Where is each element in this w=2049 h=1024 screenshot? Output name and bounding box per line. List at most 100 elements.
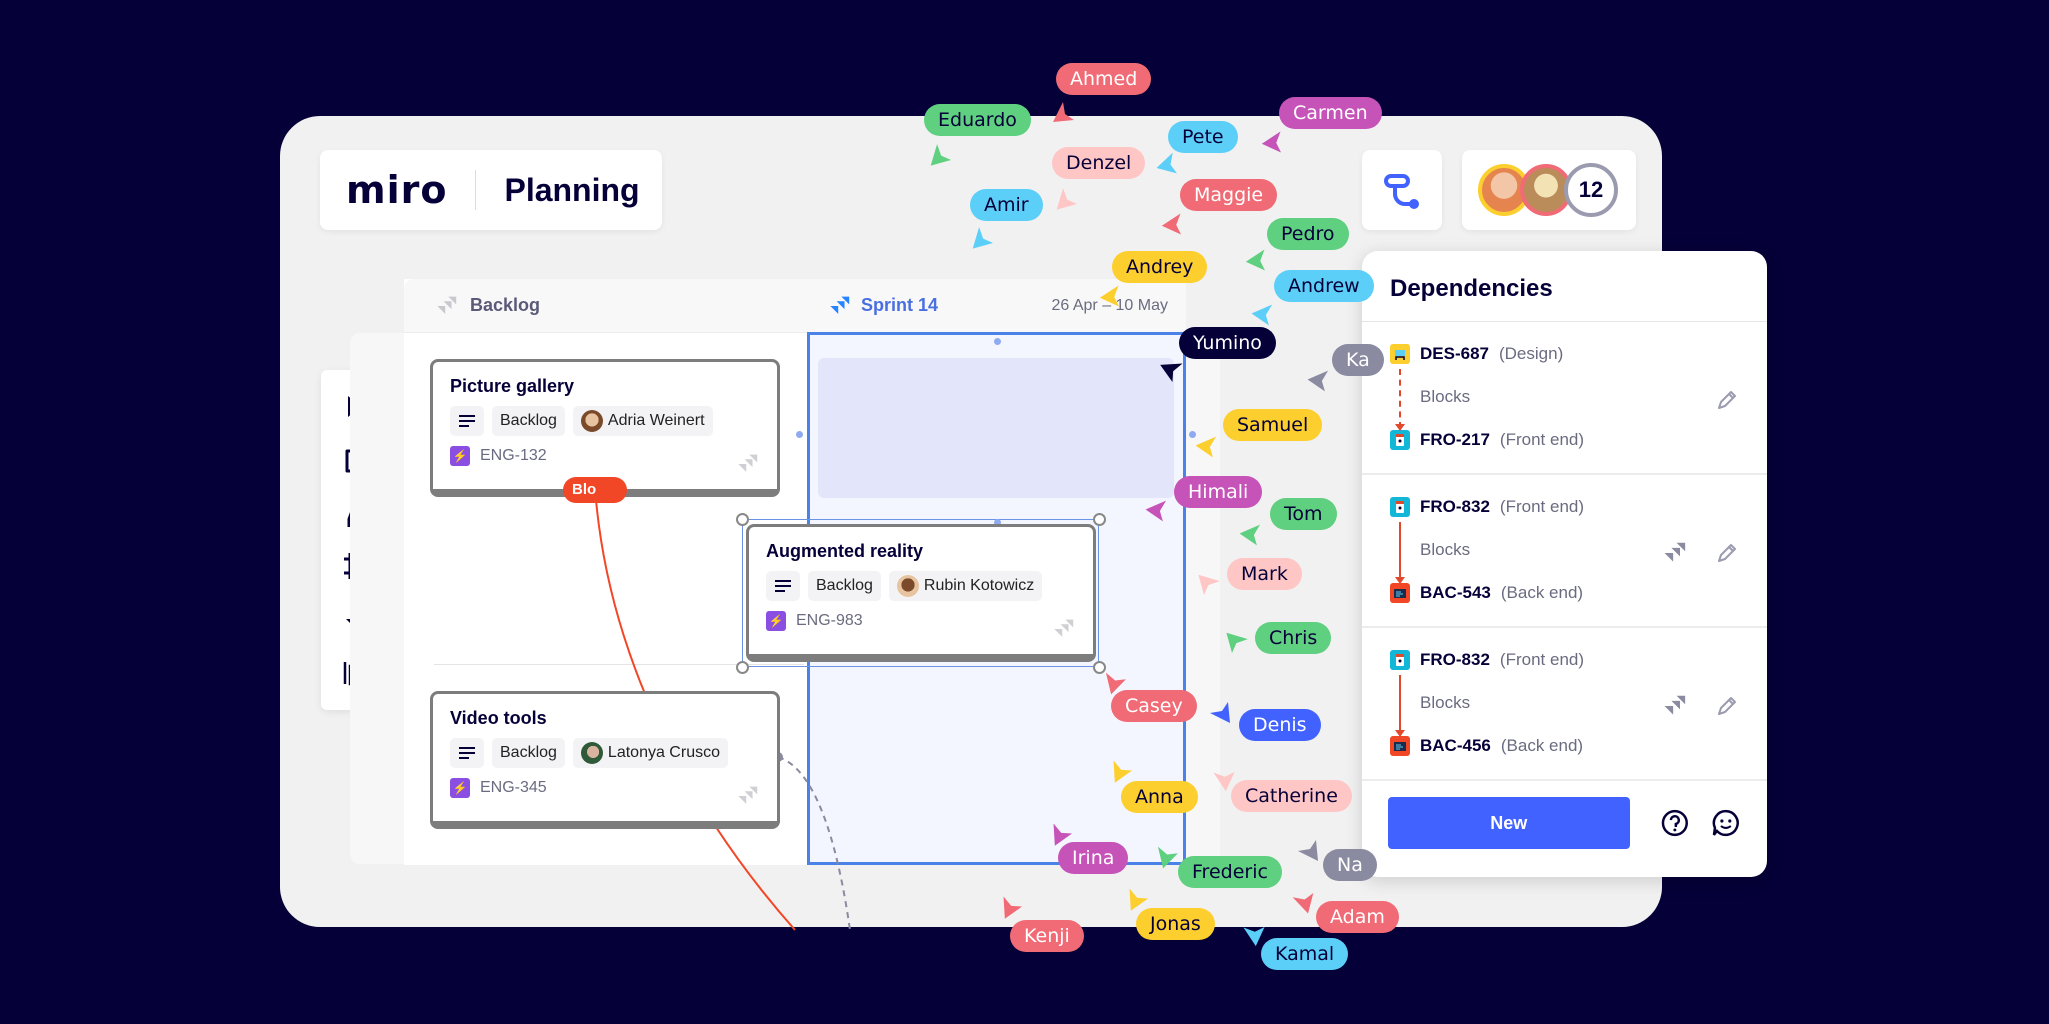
jira-icon [1054, 619, 1074, 637]
cursor-name-tag: Frederic [1178, 856, 1282, 888]
cursor-name-tag: Na [1323, 849, 1377, 881]
text-lines-icon [459, 747, 475, 759]
description-chip[interactable] [450, 738, 484, 768]
dependencies-panel: Dependencies DES-687 (Design) Blocks FRO-… [1362, 251, 1767, 877]
issue-key[interactable]: ENG-345 [480, 779, 547, 797]
panel-title: Dependencies [1362, 251, 1767, 322]
assignee-chip[interactable]: Latonya Crusco [572, 738, 728, 768]
avatar [580, 410, 603, 432]
cursor-name-tag: Adam [1316, 901, 1399, 933]
resize-handle[interactable] [1093, 513, 1106, 526]
status-chip[interactable]: Backlog [492, 738, 565, 768]
help-icon[interactable] [1660, 808, 1690, 838]
cursor-name-tag: Andrew [1274, 270, 1374, 302]
cursor-name-tag: Maggie [1180, 179, 1278, 211]
cursor-arrow-icon [930, 144, 952, 166]
story-type-icon: ⚡ [766, 611, 786, 631]
cursor-name-tag: Irina [1058, 842, 1129, 874]
cursor-name-tag: Eduardo [924, 104, 1031, 136]
cursor-name-tag: Anna [1121, 781, 1198, 813]
jira-card[interactable]: Augmented reality Backlog Rubin Kotowicz… [746, 524, 1096, 662]
issue-key[interactable]: ENG-983 [796, 612, 863, 630]
frontend-project-icon [1390, 430, 1410, 450]
frontend-project-icon [1390, 497, 1410, 517]
dependency-item[interactable]: FRO-832 (Front end) Blocks BAC-543 (Back e… [1362, 475, 1767, 628]
jira-icon[interactable] [1661, 541, 1687, 565]
assignee-name: Adria Weinert [607, 412, 705, 429]
backend-project-icon [1390, 736, 1410, 756]
assignee-chip[interactable]: Rubin Kotowicz [888, 571, 1043, 601]
arrow-head-icon [1395, 424, 1405, 431]
dependency-arrow [1399, 369, 1401, 428]
jira-icon [738, 786, 758, 804]
dependency-arrow [1399, 675, 1401, 734]
edit-pencil-icon[interactable] [1715, 694, 1739, 718]
cursor-name-tag: Kenji [1010, 920, 1084, 952]
cursor-name-tag: Catherine [1231, 780, 1352, 812]
card-title: Video tools [450, 708, 547, 728]
resize-handle[interactable] [736, 661, 749, 674]
cursor-arrow-icon [1053, 102, 1074, 122]
dependency-connector [777, 756, 851, 931]
avatar [896, 575, 919, 597]
dependency-item[interactable]: FRO-832 (Front end) Blocks BAC-456 (Back e… [1362, 628, 1767, 781]
status-chip[interactable]: Backlog [808, 571, 881, 601]
cursor-name-tag: Denis [1239, 709, 1321, 741]
arrow-head-icon [1395, 577, 1405, 584]
issue-id[interactable]: BAC-543 [1420, 583, 1491, 603]
cursor-arrow-icon [972, 227, 994, 249]
cursor-name-tag: Carmen [1279, 97, 1382, 129]
cursor-name-tag: Mark [1227, 558, 1302, 590]
cursor-arrow-icon [1226, 632, 1248, 654]
issue-id[interactable]: FRO-217 [1420, 430, 1490, 450]
edit-pencil-icon[interactable] [1715, 541, 1739, 565]
issue-id[interactable]: FRO-832 [1420, 497, 1490, 517]
new-dependency-button[interactable]: New [1388, 797, 1630, 849]
assignee-chip[interactable]: Adria Weinert [572, 406, 713, 436]
issue-id[interactable]: BAC-456 [1420, 736, 1491, 756]
cursor-name-tag: Ka [1332, 344, 1384, 376]
cursor-name-tag: Ahmed [1056, 63, 1152, 95]
cursor-name-tag: Himali [1174, 476, 1263, 508]
dependency-arrow [1399, 522, 1401, 581]
edit-pencil-icon[interactable] [1715, 388, 1739, 412]
assignee-name: Latonya Crusco [607, 744, 720, 761]
description-chip[interactable] [450, 406, 484, 436]
feedback-icon[interactable] [1711, 808, 1741, 838]
issue-key[interactable]: ENG-132 [480, 447, 547, 465]
issue-group: (Front end) [1499, 430, 1585, 449]
frontend-project-icon [1390, 650, 1410, 670]
cursor-arrow-icon [1056, 188, 1078, 210]
issue-id[interactable]: FRO-832 [1420, 650, 1490, 670]
issue-id[interactable]: DES-687 [1420, 344, 1489, 364]
cursor-name-tag: Andrey [1112, 251, 1208, 283]
cursor-arrow-icon [1210, 702, 1230, 723]
cursor-name-tag: Yumino [1179, 327, 1276, 359]
cursor-name-tag: Jonas [1136, 908, 1215, 940]
text-lines-icon [775, 580, 791, 592]
card-title: Augmented reality [766, 541, 924, 561]
story-type-icon: ⚡ [450, 778, 470, 798]
issue-group: (Front end) [1499, 497, 1585, 516]
dependency-item[interactable]: DES-687 (Design) Blocks FRO-217 (Front end… [1362, 322, 1767, 475]
cursor-arrow-icon [1198, 574, 1220, 596]
arrow-head-icon [1395, 730, 1405, 737]
cursor-name-tag: Tom [1270, 498, 1337, 530]
avatar [580, 742, 603, 764]
cursor-name-tag: Pedro [1267, 218, 1349, 250]
cursor-name-tag: Pete [1168, 121, 1238, 153]
jira-icon[interactable] [1661, 694, 1687, 718]
issue-group: (Back end) [1500, 736, 1584, 755]
status-chip[interactable]: Backlog [492, 406, 565, 436]
blocks-connector-label[interactable]: Blo [563, 477, 627, 503]
backend-project-icon [1390, 583, 1410, 603]
cursor-arrow-icon [1298, 840, 1318, 861]
description-chip[interactable] [766, 571, 800, 601]
text-lines-icon [459, 415, 475, 427]
issue-group: (Back end) [1500, 583, 1584, 602]
jira-card[interactable]: Video tools Backlog Latonya Crusco ⚡ ENG-… [430, 691, 780, 829]
cursor-name-tag: Casey [1111, 690, 1197, 722]
cursor-name-tag: Denzel [1052, 147, 1146, 179]
cursor-name-tag: Samuel [1223, 409, 1323, 441]
resize-handle[interactable] [736, 513, 749, 526]
